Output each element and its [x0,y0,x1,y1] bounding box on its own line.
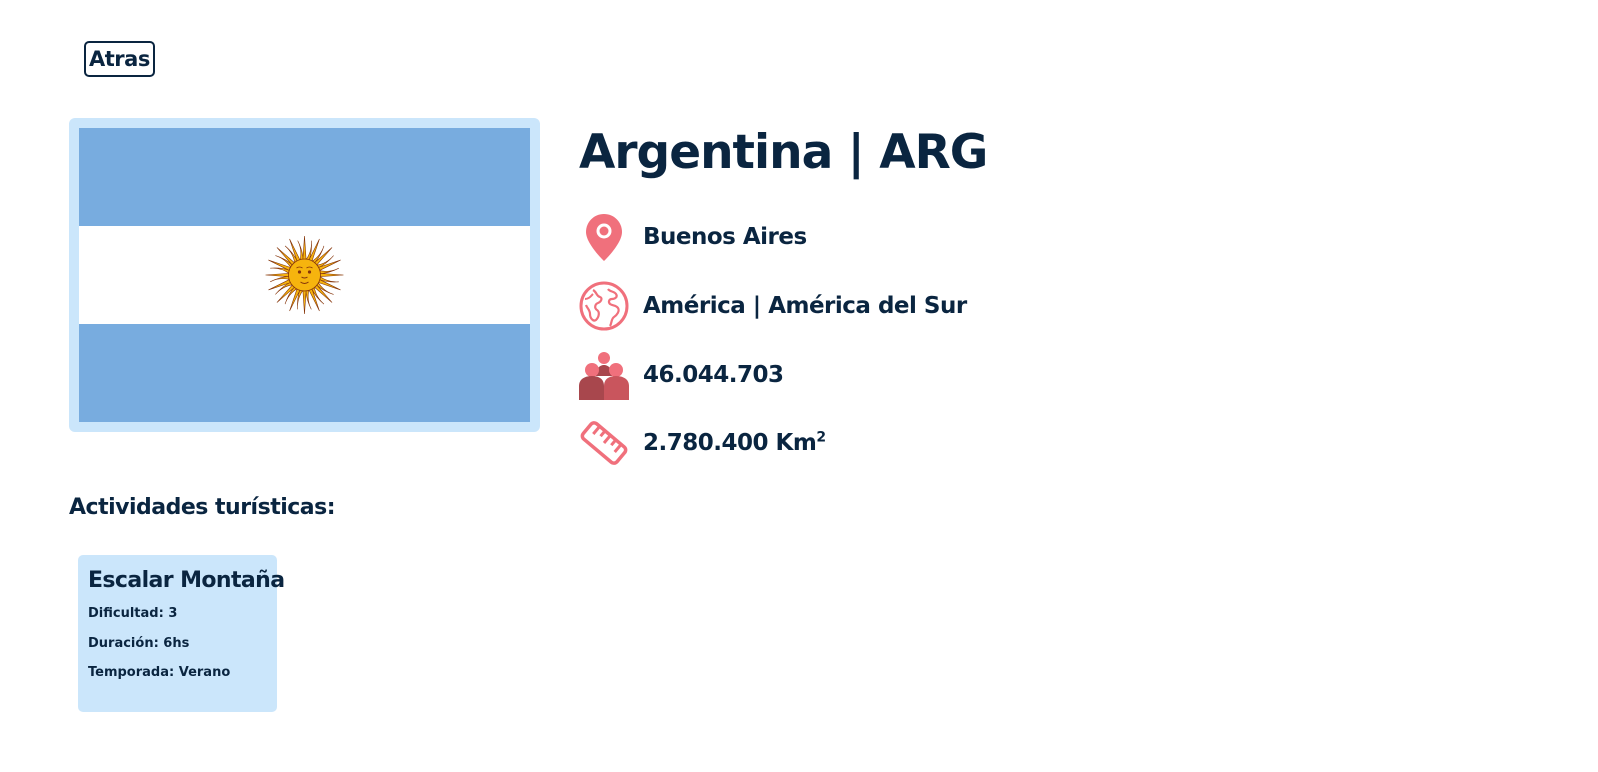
activities-heading: Actividades turísticas: [69,495,336,520]
population-text: 46.044.703 [643,362,784,388]
title-separator: | [847,125,865,180]
activity-difficulty: Dificultad: 3 [88,606,178,621]
region-separator: | [752,293,761,319]
country-code: ARG [879,125,988,180]
people-icon [579,350,629,400]
globe-icon [579,281,629,331]
area-text: 2.780.400 Km2 [643,430,826,456]
ruler-icon [579,418,629,468]
area-row: 2.780.400 Km2 [579,418,826,468]
country-title: Argentina | ARG [579,120,988,186]
area-value: 2.780.400 [643,430,769,456]
population-row: 46.044.703 [579,350,784,400]
country-name: Argentina [579,125,833,180]
area-unit: Km [775,430,817,456]
capital-row: Buenos Aires [579,212,807,262]
region-row: América | América del Sur [579,281,967,331]
capital-text: Buenos Aires [643,224,807,250]
area-unit-superscript: 2 [816,429,826,446]
flag-card [69,118,540,432]
subregion-name: América del Sur [768,293,967,319]
activity-duration: Duración: 6hs [88,635,190,651]
map-pin-icon [579,212,629,262]
region-text: América | América del Sur [643,293,967,319]
activity-card: Escalar Montaña Dificultad: 3 Duración: … [78,555,285,712]
back-button[interactable]: Atras [84,41,155,77]
activity-name: Escalar Montaña [88,568,285,593]
activity-season: Temporada: Verano [88,665,231,680]
country-detail-page: Atras Argentina | ARG Buenos Aires Améri… [0,0,1598,772]
region-name: América [643,293,746,319]
country-flag-image [79,128,530,422]
